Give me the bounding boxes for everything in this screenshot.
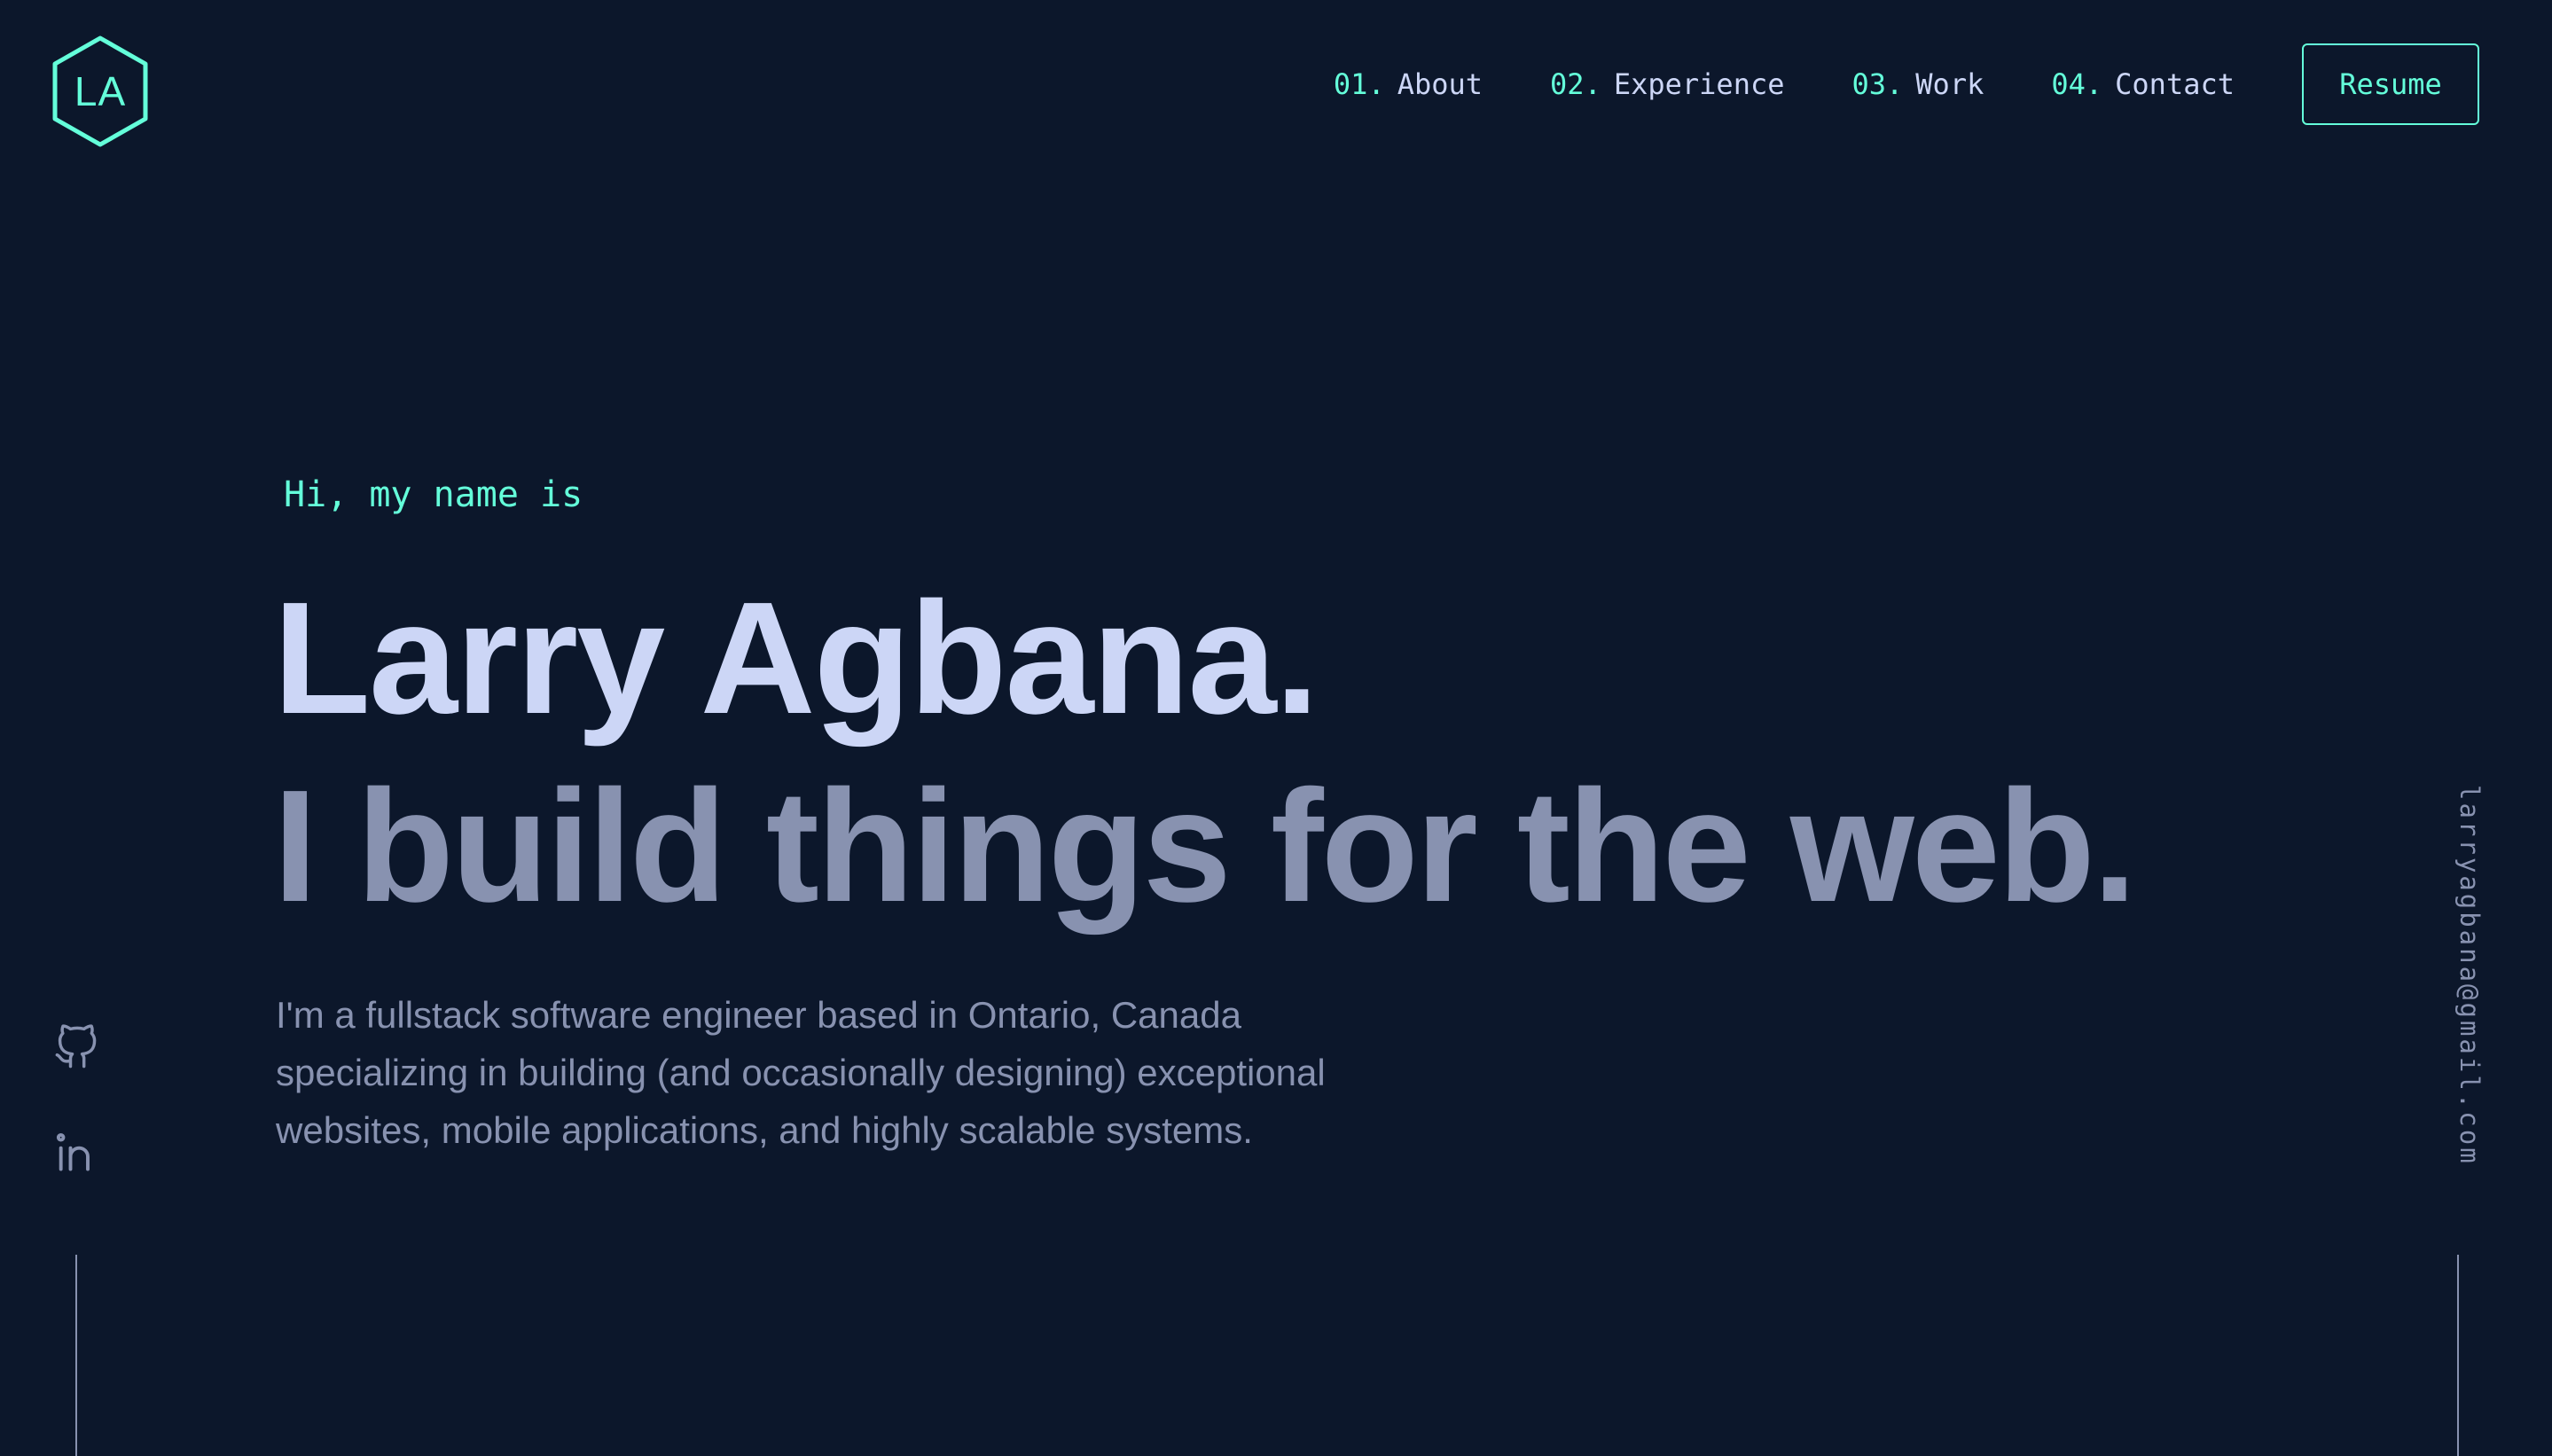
github-link[interactable]: [53, 1024, 99, 1070]
left-rail-line: [75, 1255, 77, 1456]
nav-item-work[interactable]: 03. Work: [1851, 67, 1984, 101]
logo[interactable]: LA: [51, 35, 149, 147]
nav-label: Experience: [1613, 67, 1785, 101]
nav-label: Contact: [2115, 67, 2235, 101]
nav-item-experience[interactable]: 02. Experience: [1550, 67, 1784, 101]
nav-label: Work: [1915, 67, 1984, 101]
nav-number: 04.: [2051, 67, 2103, 101]
hero-name: Larry Agbana.: [273, 569, 1319, 748]
email-link[interactable]: larryagbana@gmail.com: [2431, 785, 2485, 1193]
nav-item-contact[interactable]: 04. Contact: [2051, 67, 2235, 101]
bio-line: websites, mobile applications, and highl…: [276, 1109, 1253, 1151]
social-links: [53, 1024, 99, 1233]
nav-number: 02.: [1550, 67, 1601, 101]
nav-number: 01.: [1333, 67, 1385, 101]
main-nav: 01. About 02. Experience 03. Work 04. Contac…: [1334, 42, 2479, 127]
hero-bio: I'm a fullstack software engineer based …: [276, 986, 1429, 1159]
bio-line: specializing in building (and occasional…: [276, 1052, 1326, 1093]
nav-item-about[interactable]: 01. About: [1334, 67, 1483, 101]
logo-text: LA: [74, 68, 127, 114]
hero-greeting: Hi, my name is: [284, 474, 583, 515]
right-rail-line: [2457, 1255, 2459, 1456]
hero-tagline: I build things for the web.: [273, 757, 2137, 935]
resume-button[interactable]: Resume: [2302, 43, 2479, 125]
bio-line: I'm a fullstack software engineer based …: [276, 994, 1241, 1036]
linkedin-icon: [56, 1132, 90, 1171]
nav-number: 03.: [1851, 67, 1904, 101]
linkedin-link[interactable]: [53, 1129, 99, 1175]
github-icon: [55, 1024, 97, 1069]
nav-label: About: [1397, 67, 1483, 101]
